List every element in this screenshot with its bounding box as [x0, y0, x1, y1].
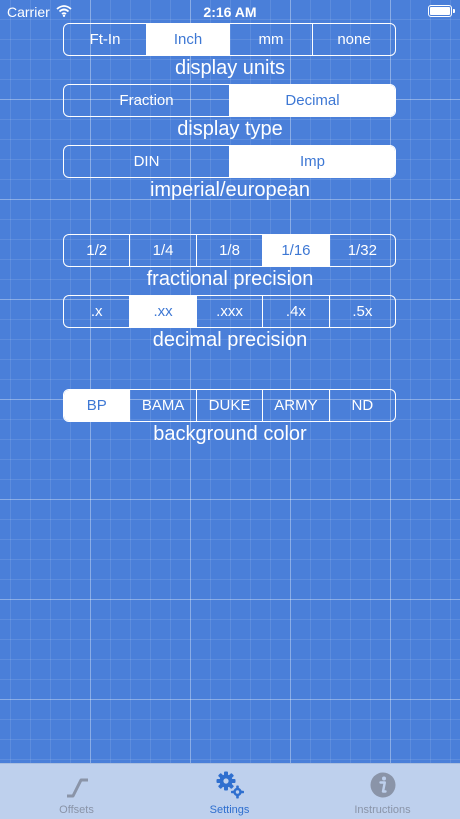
segment-fraction[interactable]: Fraction [64, 85, 229, 116]
segment-army[interactable]: ARMY [262, 390, 328, 421]
fractional-precision-label: fractional precision [146, 268, 314, 290]
offset-icon [62, 770, 92, 800]
imperial-european-control[interactable]: DIN Imp [63, 145, 396, 178]
segment-x[interactable]: .x [64, 296, 129, 327]
segment-bp[interactable]: BP [64, 390, 130, 421]
display-units-control[interactable]: Ft-In Inch mm none [63, 23, 396, 56]
segment-nd[interactable]: ND [328, 390, 395, 421]
tab-settings[interactable]: Settings [153, 764, 306, 819]
gears-icon [215, 770, 245, 800]
imperial-european-label: imperial/european [149, 179, 311, 201]
segment-bama[interactable]: BAMA [129, 390, 195, 421]
segment-ft-in[interactable]: Ft-In [64, 24, 146, 55]
segment-xx[interactable]: .xx [129, 296, 196, 327]
tab-instructions-label: Instructions [354, 804, 411, 816]
fractional-precision-control[interactable]: 1/2 1/4 1/8 1/16 1/32 [63, 234, 396, 267]
segment-5x[interactable]: .5x [328, 296, 395, 327]
segment-none[interactable]: none [312, 24, 395, 55]
tab-instructions[interactable]: Instructions [306, 764, 459, 819]
segment-1-8[interactable]: 1/8 [195, 235, 262, 266]
segment-4x[interactable]: .4x [262, 296, 328, 327]
segment-inch[interactable]: Inch [146, 24, 229, 55]
status-bar: Carrier 2:16 AM [0, 0, 460, 24]
tab-offsets-label: Offsets [59, 804, 94, 816]
segment-xxx[interactable]: .xxx [195, 296, 262, 327]
info-icon [368, 770, 398, 800]
segment-imp[interactable]: Imp [229, 146, 395, 177]
tab-offsets[interactable]: Offsets [0, 764, 153, 819]
background-color-control[interactable]: BP BAMA DUKE ARMY ND [63, 389, 396, 422]
decimal-precision-label: decimal precision [152, 329, 308, 351]
display-type-control[interactable]: Fraction Decimal [63, 84, 396, 117]
segment-din[interactable]: DIN [64, 146, 229, 177]
segment-1-32[interactable]: 1/32 [328, 235, 395, 266]
tab-bar: Offsets Settings Instructions [0, 763, 460, 819]
segment-duke[interactable]: DUKE [195, 390, 262, 421]
segment-1-4[interactable]: 1/4 [129, 235, 195, 266]
segment-1-2[interactable]: 1/2 [64, 235, 129, 266]
decimal-precision-control[interactable]: .x .xx .xxx .4x .5x [63, 295, 396, 328]
background-color-label: background color [153, 423, 307, 445]
clock: 2:16 AM [203, 4, 257, 20]
segment-decimal[interactable]: Decimal [229, 85, 395, 116]
segment-1-16[interactable]: 1/16 [262, 235, 329, 266]
display-type-label: display type [177, 118, 283, 140]
display-units-label: display units [174, 57, 286, 79]
tab-settings-label: Settings [209, 804, 250, 816]
battery-icon [428, 5, 455, 17]
segment-mm[interactable]: mm [229, 24, 312, 55]
